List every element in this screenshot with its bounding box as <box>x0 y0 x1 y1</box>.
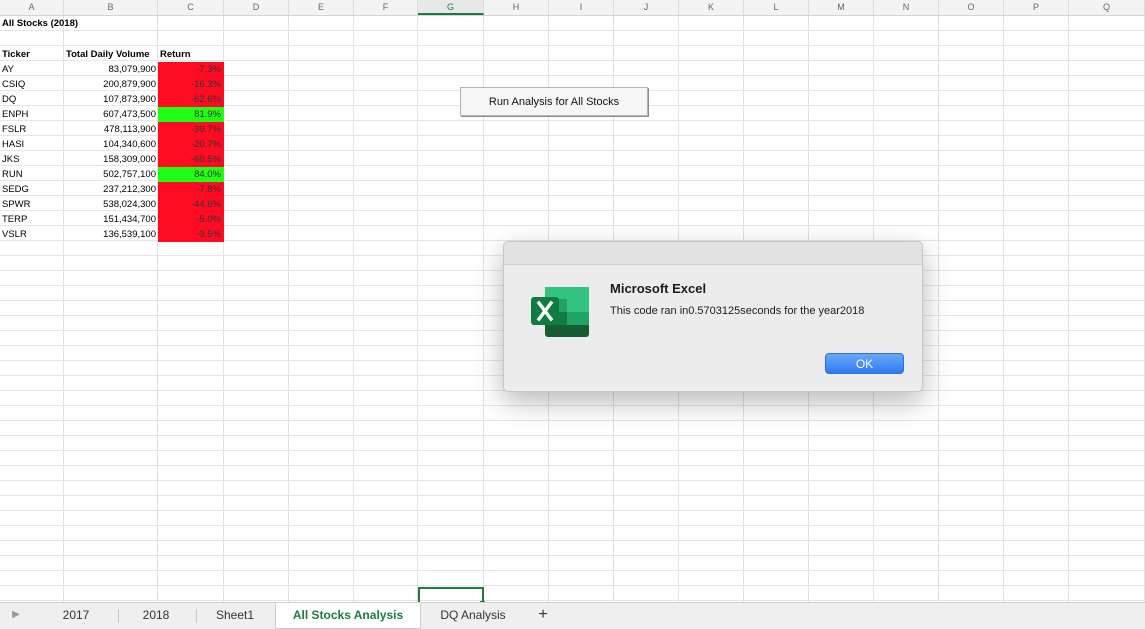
tab-separator <box>275 609 276 623</box>
volume-cell[interactable]: 136,539,100 <box>64 227 158 242</box>
column-header-f[interactable]: F <box>354 0 418 15</box>
grid-row-line <box>0 436 1145 451</box>
column-header-h[interactable]: H <box>484 0 549 15</box>
message-dialog: Microsoft Excel This code ran in0.570312… <box>503 241 923 392</box>
sheet-tab[interactable]: 2018 <box>118 603 194 629</box>
grid-row-line <box>0 31 1145 46</box>
ticker-cell[interactable]: FSLR <box>0 122 64 137</box>
volume-cell[interactable]: 104,340,600 <box>64 137 158 152</box>
ticker-cell[interactable]: DQ <box>0 92 64 107</box>
volume-cell[interactable]: 538,024,300 <box>64 197 158 212</box>
ticker-cell[interactable]: SEDG <box>0 182 64 197</box>
grid-row-line <box>0 556 1145 571</box>
excel-app-icon <box>531 287 589 337</box>
grid-row-line <box>0 421 1145 436</box>
volume-cell[interactable]: 502,757,100 <box>64 167 158 182</box>
column-header-j[interactable]: J <box>614 0 679 15</box>
sheet-tab[interactable]: Sheet1 <box>196 603 274 629</box>
column-header-n[interactable]: N <box>874 0 939 15</box>
volume-cell[interactable]: 83,079,900 <box>64 62 158 77</box>
ticker-cell[interactable]: CSIQ <box>0 77 64 92</box>
column-header-b[interactable]: B <box>64 0 158 15</box>
return-cell[interactable]: -60.5% <box>158 152 224 167</box>
volume-cell[interactable]: 200,879,900 <box>64 77 158 92</box>
return-cell[interactable]: -16.3% <box>158 77 224 92</box>
return-cell[interactable]: 81.9% <box>158 107 224 122</box>
dialog-titlebar <box>504 242 922 265</box>
sheet-tab[interactable]: All Stocks Analysis <box>275 603 421 629</box>
header-ticker[interactable]: Ticker <box>0 47 64 62</box>
column-header-m[interactable]: M <box>809 0 874 15</box>
grid-row-line <box>0 571 1145 586</box>
tab-separator <box>196 609 197 623</box>
dialog-title: Microsoft Excel <box>610 281 707 296</box>
ticker-cell[interactable]: ENPH <box>0 107 64 122</box>
return-cell[interactable]: -3.5% <box>158 227 224 242</box>
grid-row-line <box>0 466 1145 481</box>
return-cell[interactable]: -7.3% <box>158 62 224 77</box>
ok-button[interactable]: OK <box>825 353 904 374</box>
column-header-c[interactable]: C <box>158 0 224 15</box>
grid-row-line <box>0 541 1145 556</box>
volume-cell[interactable]: 237,212,300 <box>64 182 158 197</box>
dialog-message: This code ran in0.5703125seconds for the… <box>610 305 865 317</box>
return-cell[interactable]: -20.7% <box>158 137 224 152</box>
ticker-cell[interactable]: SPWR <box>0 197 64 212</box>
ticker-cell[interactable]: JKS <box>0 152 64 167</box>
column-header-q[interactable]: Q <box>1069 0 1145 15</box>
selected-cell[interactable] <box>418 587 485 602</box>
return-cell[interactable]: -7.8% <box>158 182 224 197</box>
ticker-cell[interactable]: AY <box>0 62 64 77</box>
grid-row-line <box>0 526 1145 541</box>
return-cell[interactable]: -5.0% <box>158 212 224 227</box>
volume-cell[interactable]: 107,873,900 <box>64 92 158 107</box>
grid-row-line <box>0 496 1145 511</box>
add-sheet-button[interactable]: + <box>532 603 554 629</box>
ticker-cell[interactable]: HASI <box>0 137 64 152</box>
tab-separator <box>118 609 119 623</box>
volume-cell[interactable]: 158,309,000 <box>64 152 158 167</box>
grid-row-line <box>0 511 1145 526</box>
volume-cell[interactable]: 607,473,500 <box>64 107 158 122</box>
header-volume[interactable]: Total Daily Volume <box>64 47 159 62</box>
column-header-e[interactable]: E <box>289 0 354 15</box>
run-analysis-button[interactable]: Run Analysis for All Stocks <box>460 87 648 116</box>
column-header-bar: ABCDEFGHIJKLMNOPQ <box>0 0 1145 16</box>
sheet-tab[interactable]: 2017 <box>40 603 112 629</box>
column-header-a[interactable]: A <box>0 0 64 15</box>
column-header-k[interactable]: K <box>679 0 744 15</box>
grid-row-line <box>0 586 1145 601</box>
column-header-i[interactable]: I <box>549 0 614 15</box>
sheet-title[interactable]: All Stocks (2018) <box>0 16 160 31</box>
ticker-cell[interactable]: RUN <box>0 167 64 182</box>
return-cell[interactable]: -62.6% <box>158 92 224 107</box>
header-return[interactable]: Return <box>158 47 224 62</box>
column-header-l[interactable]: L <box>744 0 809 15</box>
grid-row-line <box>0 391 1145 406</box>
volume-cell[interactable]: 478,113,900 <box>64 122 158 137</box>
grid-row-line <box>0 16 1145 31</box>
grid-row-line <box>0 451 1145 466</box>
grid-row-line <box>0 481 1145 496</box>
return-cell[interactable]: -39.7% <box>158 122 224 137</box>
column-header-o[interactable]: O <box>939 0 1004 15</box>
ticker-cell[interactable]: TERP <box>0 212 64 227</box>
return-cell[interactable]: 84.0% <box>158 167 224 182</box>
volume-cell[interactable]: 151,434,700 <box>64 212 158 227</box>
column-header-d[interactable]: D <box>224 0 289 15</box>
sheet-tab-bar: ▶ 2017 2018 Sheet1 All Stocks Analysis DQ An… <box>0 602 1145 629</box>
column-header-g[interactable]: G <box>418 0 484 15</box>
sheet-tab[interactable]: DQ Analysis <box>421 603 525 629</box>
scroll-tabs-arrow-icon[interactable]: ▶ <box>6 603 26 629</box>
ticker-cell[interactable]: VSLR <box>0 227 64 242</box>
column-header-p[interactable]: P <box>1004 0 1069 15</box>
return-cell[interactable]: -44.6% <box>158 197 224 212</box>
grid-row-line <box>0 406 1145 421</box>
